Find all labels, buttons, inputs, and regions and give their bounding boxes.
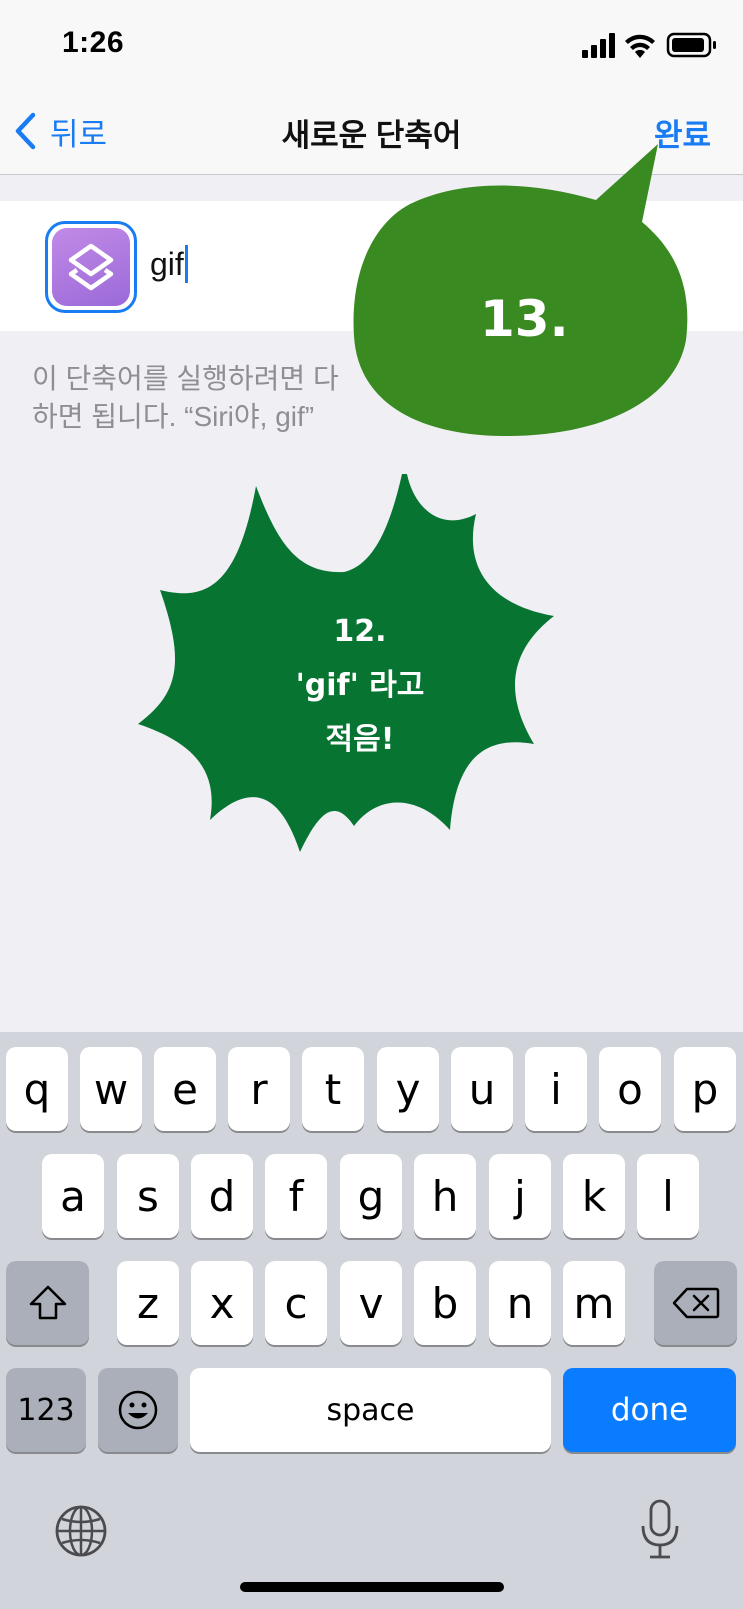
key-n[interactable]: n — [489, 1261, 551, 1345]
key-e[interactable]: e — [154, 1047, 216, 1131]
emoji-icon — [118, 1390, 158, 1430]
key-a[interactable]: a — [42, 1154, 104, 1238]
status-time: 1:26 — [62, 26, 125, 59]
key-u[interactable]: u — [451, 1047, 513, 1131]
backspace-icon — [672, 1287, 719, 1319]
key-c[interactable]: c — [265, 1261, 327, 1345]
shift-icon — [29, 1285, 66, 1320]
shortcuts-icon — [52, 228, 130, 306]
space-key[interactable]: space — [190, 1368, 551, 1452]
key-z[interactable]: z — [117, 1261, 179, 1345]
shortcut-icon-button[interactable] — [45, 221, 137, 313]
keyboard: q w e r t y u i o p a s d f g h j k l z … — [0, 1032, 743, 1609]
key-t[interactable]: t — [302, 1047, 364, 1131]
key-r[interactable]: r — [228, 1047, 290, 1131]
key-o[interactable]: o — [599, 1047, 661, 1131]
status-bar: 1:26 — [0, 0, 743, 92]
key-g[interactable]: g — [340, 1154, 402, 1238]
keyboard-done-key[interactable]: done — [563, 1368, 736, 1452]
key-b[interactable]: b — [414, 1261, 476, 1345]
cellular-signal-icon — [582, 33, 615, 58]
home-indicator[interactable] — [240, 1582, 504, 1592]
numbers-key[interactable]: 123 — [6, 1368, 86, 1452]
key-x[interactable]: x — [191, 1261, 253, 1345]
key-p[interactable]: p — [674, 1047, 736, 1131]
key-f[interactable]: f — [265, 1154, 327, 1238]
wifi-icon — [625, 34, 655, 58]
shortcut-name-value: gif — [150, 246, 184, 282]
key-y[interactable]: y — [377, 1047, 439, 1131]
battery-icon — [666, 32, 716, 58]
step-12-line-1: 12. — [333, 614, 387, 649]
step-13-label: 13. — [480, 290, 569, 348]
shortcut-name-input[interactable]: gif — [150, 245, 188, 283]
step-12-label: 12. 'gif' 라고 적음! — [240, 605, 480, 767]
key-s[interactable]: s — [117, 1154, 179, 1238]
key-i[interactable]: i — [525, 1047, 587, 1131]
key-m[interactable]: m — [563, 1261, 625, 1345]
globe-icon[interactable] — [54, 1504, 108, 1558]
step-12-line-2: 'gif' 라고 — [295, 668, 425, 703]
text-caret — [184, 245, 188, 283]
key-l[interactable]: l — [637, 1154, 699, 1238]
key-v[interactable]: v — [340, 1261, 402, 1345]
key-k[interactable]: k — [563, 1154, 625, 1238]
step-12-line-3: 적음! — [325, 722, 395, 757]
key-h[interactable]: h — [414, 1154, 476, 1238]
key-w[interactable]: w — [80, 1047, 142, 1131]
shift-key[interactable] — [6, 1261, 89, 1345]
backspace-key[interactable] — [654, 1261, 737, 1345]
microphone-icon[interactable] — [640, 1498, 680, 1560]
key-q[interactable]: q — [6, 1047, 68, 1131]
key-j[interactable]: j — [489, 1154, 551, 1238]
status-icons — [582, 32, 716, 58]
key-d[interactable]: d — [191, 1154, 253, 1238]
emoji-key[interactable] — [98, 1368, 178, 1452]
